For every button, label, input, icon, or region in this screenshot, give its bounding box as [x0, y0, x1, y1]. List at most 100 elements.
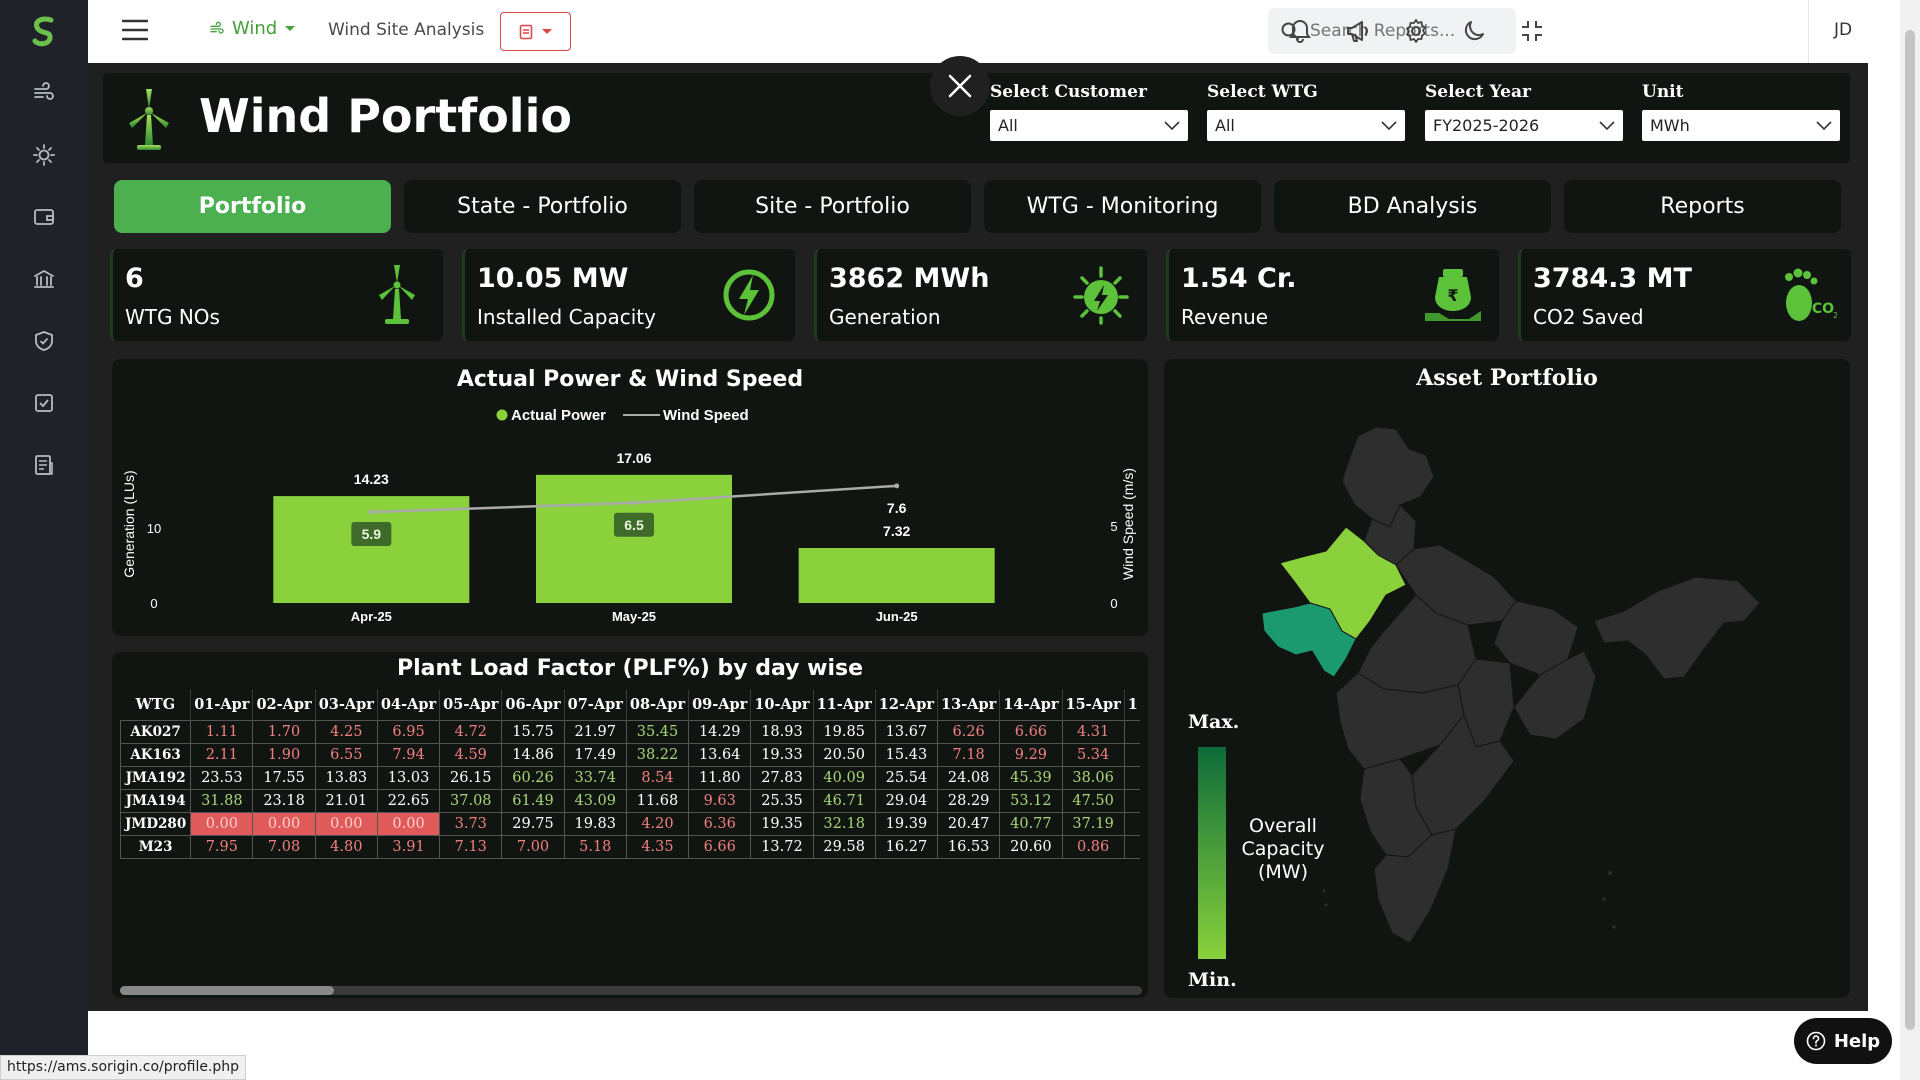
customer-select[interactable]: All: [990, 110, 1188, 141]
plf-cell: 6.36: [688, 811, 752, 836]
megaphone-icon[interactable]: [1344, 17, 1372, 45]
column-header-date[interactable]: 11-Apr: [813, 690, 876, 720]
column-header-date[interactable]: 01-Apr: [190, 690, 254, 720]
unit-select[interactable]: MWh: [1642, 110, 1840, 141]
tab-site-portfolio[interactable]: Site - Portfolio: [694, 180, 971, 233]
nav-shield-icon[interactable]: [0, 319, 88, 363]
filter-label: Unit: [1642, 82, 1684, 102]
filter-label: Select Customer: [990, 82, 1147, 102]
nav-wind-icon[interactable]: [0, 71, 88, 115]
column-header-date[interactable]: 06-Apr: [501, 690, 565, 720]
plf-cell: 0.86: [1061, 834, 1125, 859]
column-header-date[interactable]: 15-Apr: [1062, 690, 1125, 720]
column-header-date[interactable]: 13-Apr: [937, 690, 1001, 720]
nav-bank-icon[interactable]: [0, 257, 88, 301]
plf-cell: 20.50: [812, 742, 876, 767]
svg-text:2: 2: [1833, 311, 1837, 320]
bell-icon[interactable]: [1286, 17, 1314, 45]
point-wind-speed[interactable]: [368, 509, 374, 515]
plf-cell: 6.95: [376, 719, 441, 744]
year-select[interactable]: FY2025-2026: [1425, 110, 1623, 141]
kpi-value: 3784.3 MT: [1533, 263, 1692, 294]
table-row: JMA194 31.88 23.18 21.01 22.65 37.08 61.49 43.0…: [120, 788, 1140, 813]
horizontal-scrollbar[interactable]: [120, 986, 1142, 995]
plf-cell: 15.75: [501, 719, 565, 744]
dark-mode-moon-icon[interactable]: [1460, 17, 1488, 45]
column-header-date[interactable]: 10-Apr: [750, 690, 814, 720]
tab-state-portfolio[interactable]: State - Portfolio: [404, 180, 681, 233]
menu-icon[interactable]: [122, 18, 148, 42]
plf-cell: [1123, 788, 1140, 813]
column-header-date[interactable]: 03-Apr: [315, 690, 378, 720]
point-wind-speed[interactable]: [631, 500, 637, 506]
gear-icon[interactable]: [1402, 17, 1430, 45]
plf-cell: 38.06: [1061, 765, 1125, 790]
plf-table: WTG 01-Apr 02-Apr 03-Apr 04-Apr 05-Apr 06-Apr 0…: [120, 690, 1140, 859]
plf-cell: 4.31: [1061, 719, 1125, 744]
plf-cell: [1123, 765, 1140, 790]
map-region-north[interactable]: [1341, 426, 1435, 528]
tab-portfolio[interactable]: Portfolio: [114, 180, 391, 233]
plf-cell: 6.66: [688, 834, 752, 859]
column-header-date[interactable]: 02-Apr: [252, 690, 316, 720]
tab-wtg-monitoring[interactable]: WTG - Monitoring: [984, 180, 1261, 233]
plf-cell: 13.83: [314, 765, 378, 790]
column-header-date[interactable]: 14-Apr: [999, 690, 1063, 720]
footer: [88, 1011, 1900, 1080]
column-header-wtg[interactable]: WTG: [120, 690, 192, 720]
page-scrollbar[interactable]: [1900, 0, 1920, 1080]
plf-cell: 37.19: [1061, 811, 1125, 836]
legend-marker-actual-power: [496, 409, 508, 421]
scrollbar-thumb[interactable]: [1905, 30, 1915, 1030]
plf-cell: 2.11: [190, 742, 254, 767]
column-header-date[interactable]: 08-Apr: [626, 690, 690, 720]
plf-cell: 4.20: [625, 811, 690, 836]
column-header-date[interactable]: 1: [1124, 690, 1140, 720]
divider: [1808, 0, 1809, 63]
page-subtitle[interactable]: Wind Site Analysis: [328, 20, 484, 40]
tab-bd-analysis[interactable]: BD Analysis: [1274, 180, 1551, 233]
column-header-date[interactable]: 05-Apr: [439, 690, 503, 720]
nav-checklist-icon[interactable]: [0, 381, 88, 425]
module-dropdown[interactable]: Wind: [208, 18, 297, 39]
user-avatar[interactable]: JD: [1834, 20, 1852, 40]
wtg-filter: Select WTG All: [1207, 82, 1405, 141]
wtg-select[interactable]: All: [1207, 110, 1405, 141]
plf-cell: 0.00: [314, 811, 378, 836]
column-header-date[interactable]: 09-Apr: [688, 690, 752, 720]
nav-report-icon[interactable]: [0, 443, 88, 487]
column-header-date[interactable]: 12-Apr: [875, 690, 939, 720]
india-map[interactable]: [1164, 359, 1850, 998]
column-header-date[interactable]: 04-Apr: [377, 690, 441, 720]
plf-cell: [1123, 719, 1140, 744]
x-tick-label: Apr-25: [351, 609, 392, 624]
plf-table-scroll[interactable]: WTG 01-Apr 02-Apr 03-Apr 04-Apr 05-Apr 06-Apr 0…: [120, 690, 1140, 952]
nav-wallet-icon[interactable]: [0, 195, 88, 239]
nav-solar-icon[interactable]: [0, 133, 88, 177]
kpi-value: 1.54 Cr.: [1181, 263, 1297, 294]
report-dropdown-button[interactable]: [500, 12, 571, 51]
plf-cell: [1123, 811, 1140, 836]
exit-fullscreen-icon[interactable]: [1518, 17, 1546, 45]
kpi-value: 3862 MWh: [829, 263, 990, 294]
plf-cell: 16.53: [937, 834, 1001, 859]
plf-cell: 32.18: [812, 811, 876, 836]
app-logo[interactable]: [27, 14, 61, 48]
bar-actual-power[interactable]: [536, 474, 732, 603]
map-region-northeast[interactable]: [1593, 576, 1761, 680]
plf-cell: 33.74: [563, 765, 627, 790]
column-header-date[interactable]: 07-Apr: [564, 690, 627, 720]
tab-reports[interactable]: Reports: [1564, 180, 1841, 233]
plf-cell: 37.08: [439, 788, 503, 813]
help-button[interactable]: Help: [1794, 1018, 1892, 1064]
wtg-cell: JMA192: [120, 765, 192, 790]
plf-cell: 25.54: [874, 765, 939, 790]
plf-cell: 7.13: [439, 834, 503, 859]
close-button[interactable]: [930, 56, 990, 116]
point-wind-speed[interactable]: [894, 483, 900, 489]
scrollbar-thumb[interactable]: [120, 986, 334, 995]
plf-cell: 14.29: [688, 719, 752, 744]
bar-actual-power[interactable]: [798, 548, 995, 603]
plf-cell: 29.04: [874, 788, 939, 813]
plf-cell: 31.88: [190, 788, 254, 813]
